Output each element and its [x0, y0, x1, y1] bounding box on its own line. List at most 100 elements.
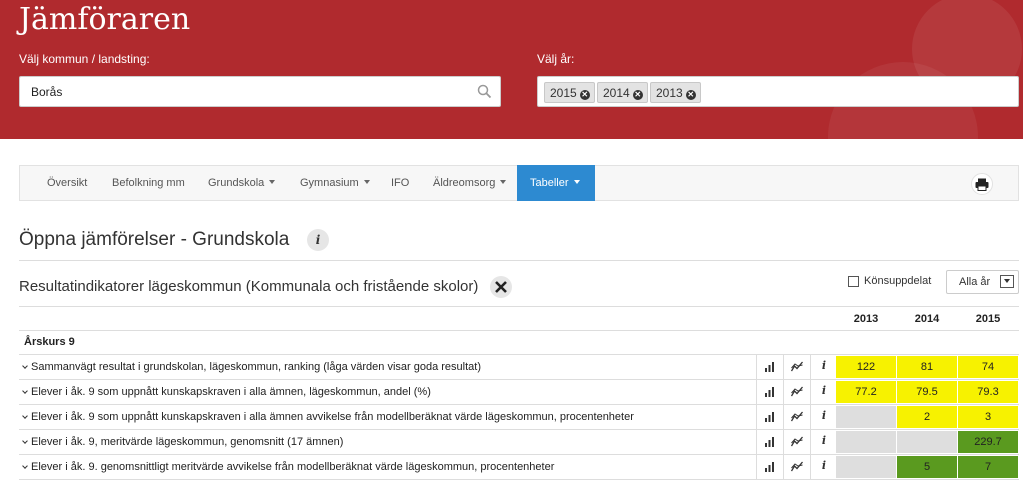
value-cell: 79.5: [897, 381, 957, 403]
nav-item-label: Grundskola: [208, 177, 265, 189]
indicator-label[interactable]: Elever i åk. 9. genomsnittligt meritvärd…: [22, 461, 554, 473]
info-button[interactable]: i: [810, 380, 836, 404]
bar-chart-button[interactable]: [756, 405, 782, 429]
caret-down-icon: [269, 180, 276, 184]
table-row[interactable]: Elever i åk. 9 som uppnått kunskapskrave…: [19, 405, 1019, 429]
municipality-label: Välj kommun / landsting:: [19, 52, 150, 66]
value-cell: 122: [836, 356, 896, 378]
nav-item-grundskola[interactable]: Grundskola: [208, 166, 276, 200]
indicator-label[interactable]: Elever i åk. 9, meritvärde lägeskommun, …: [22, 436, 343, 448]
expand-chevron-icon[interactable]: [22, 413, 28, 419]
info-icon: i: [821, 384, 827, 397]
expand-chevron-icon[interactable]: [22, 388, 28, 394]
dropdown-arrow-icon: [1000, 275, 1014, 288]
municipality-input[interactable]: Borås: [19, 76, 501, 107]
remove-chip-icon[interactable]: ✕: [579, 90, 590, 100]
search-icon[interactable]: [477, 84, 492, 99]
value-cell: 3: [958, 406, 1018, 428]
year-multiselect[interactable]: 2015 ✕ 2014 ✕ 2013 ✕: [537, 76, 1019, 107]
excel-icon: [495, 281, 507, 293]
bar-chart-icon: [765, 437, 774, 447]
print-button[interactable]: [971, 173, 993, 195]
municipality-value: Borås: [31, 85, 63, 99]
year-filter-select[interactable]: Alla år: [946, 270, 1019, 294]
main-navbar: Översikt Befolkning mm Grundskola Gymnas…: [19, 165, 1019, 201]
value-cell: 74: [958, 356, 1018, 378]
nav-item-label: Översikt: [47, 177, 88, 189]
group-header: Årskurs 9: [24, 336, 75, 348]
table-row[interactable]: Elever i åk. 9 som uppnått kunskapskrave…: [19, 380, 1019, 404]
indicator-text: Elever i åk. 9 som uppnått kunskapskrave…: [31, 386, 431, 398]
value-cell: 77.2: [836, 381, 896, 403]
bar-chart-button[interactable]: [756, 455, 782, 479]
page-title: Öppna jämförelser - Grundskola: [19, 229, 290, 250]
info-icon: i: [821, 409, 827, 422]
indicator-label[interactable]: Elever i åk. 9 som uppnått kunskapskrave…: [22, 386, 431, 398]
bar-chart-icon: [765, 362, 774, 372]
page-info-icon[interactable]: i: [307, 229, 329, 251]
bar-chart-icon: [765, 462, 774, 472]
caret-down-icon: [500, 180, 507, 184]
trend-chart-button[interactable]: [783, 455, 809, 479]
year-filter-value: Alla år: [959, 276, 991, 288]
info-button[interactable]: i: [810, 430, 836, 454]
trend-chart-button[interactable]: [783, 355, 809, 379]
table-row[interactable]: Sammanvägt resultat i grundskolan, läges…: [19, 355, 1019, 379]
value-cell: [897, 431, 957, 453]
trend-chart-button[interactable]: [783, 405, 809, 429]
nav-item-label: Befolkning mm: [112, 177, 185, 189]
trend-chart-icon: [791, 386, 803, 397]
year-chip[interactable]: 2014 ✕: [597, 82, 648, 103]
nav-item-oversikt[interactable]: Översikt: [47, 166, 87, 200]
nav-item-label: Äldreomsorg: [433, 177, 496, 189]
nav-item-befolkning[interactable]: Befolkning mm: [112, 166, 185, 200]
value-cell: 2: [897, 406, 957, 428]
remove-chip-icon[interactable]: ✕: [685, 90, 696, 100]
info-icon: i: [821, 359, 827, 372]
info-icon: i: [821, 459, 827, 472]
trend-chart-button[interactable]: [783, 430, 809, 454]
expand-chevron-icon[interactable]: [22, 463, 28, 469]
bar-chart-icon: [765, 412, 774, 422]
gender-split-label: Könsuppdelat: [864, 275, 932, 287]
printer-icon: [975, 178, 989, 191]
value-cell: 81: [897, 356, 957, 378]
bar-chart-button[interactable]: [756, 430, 782, 454]
column-header-year: 2013: [853, 313, 879, 325]
info-button[interactable]: i: [810, 455, 836, 479]
table-row[interactable]: Elever i åk. 9. genomsnittligt meritvärd…: [19, 455, 1019, 479]
year-chip-label: 2014: [603, 86, 630, 100]
value-cell: [836, 406, 896, 428]
value-cell: 79.3: [958, 381, 1018, 403]
year-chip[interactable]: 2015 ✕: [544, 82, 595, 103]
remove-chip-icon[interactable]: ✕: [632, 90, 643, 100]
info-button[interactable]: i: [810, 355, 836, 379]
nav-item-ifo[interactable]: IFO: [391, 166, 409, 200]
bar-chart-button[interactable]: [756, 380, 782, 404]
header-banner: Jämföraren Välj kommun / landsting: Borå…: [0, 0, 1023, 139]
year-label: Välj år:: [537, 52, 575, 66]
table-row[interactable]: Elever i åk. 9, meritvärde lägeskommun, …: [19, 430, 1019, 454]
trend-chart-icon: [791, 411, 803, 422]
indicator-label[interactable]: Elever i åk. 9 som uppnått kunskapskrave…: [22, 411, 634, 423]
nav-item-gymnasium[interactable]: Gymnasium: [300, 166, 370, 200]
value-cell: [836, 456, 896, 478]
gender-split-checkbox[interactable]: [848, 276, 859, 287]
excel-export-button[interactable]: [490, 276, 512, 298]
info-button[interactable]: i: [810, 405, 836, 429]
trend-chart-icon: [791, 361, 803, 372]
expand-chevron-icon[interactable]: [22, 438, 28, 444]
nav-item-tabeller[interactable]: Tabeller: [517, 165, 595, 201]
trend-chart-button[interactable]: [783, 380, 809, 404]
divider: [19, 330, 1019, 331]
bar-chart-icon: [765, 387, 774, 397]
year-chip-label: 2013: [656, 86, 683, 100]
indicator-label[interactable]: Sammanvägt resultat i grundskolan, läges…: [22, 361, 481, 373]
info-icon: i: [821, 434, 827, 447]
nav-item-aldreomsorg[interactable]: Äldreomsorg: [433, 166, 507, 200]
year-chip[interactable]: 2013 ✕: [650, 82, 701, 103]
value-cell: [836, 431, 896, 453]
expand-chevron-icon[interactable]: [22, 363, 28, 369]
bar-chart-button[interactable]: [756, 355, 782, 379]
value-cell: 5: [897, 456, 957, 478]
